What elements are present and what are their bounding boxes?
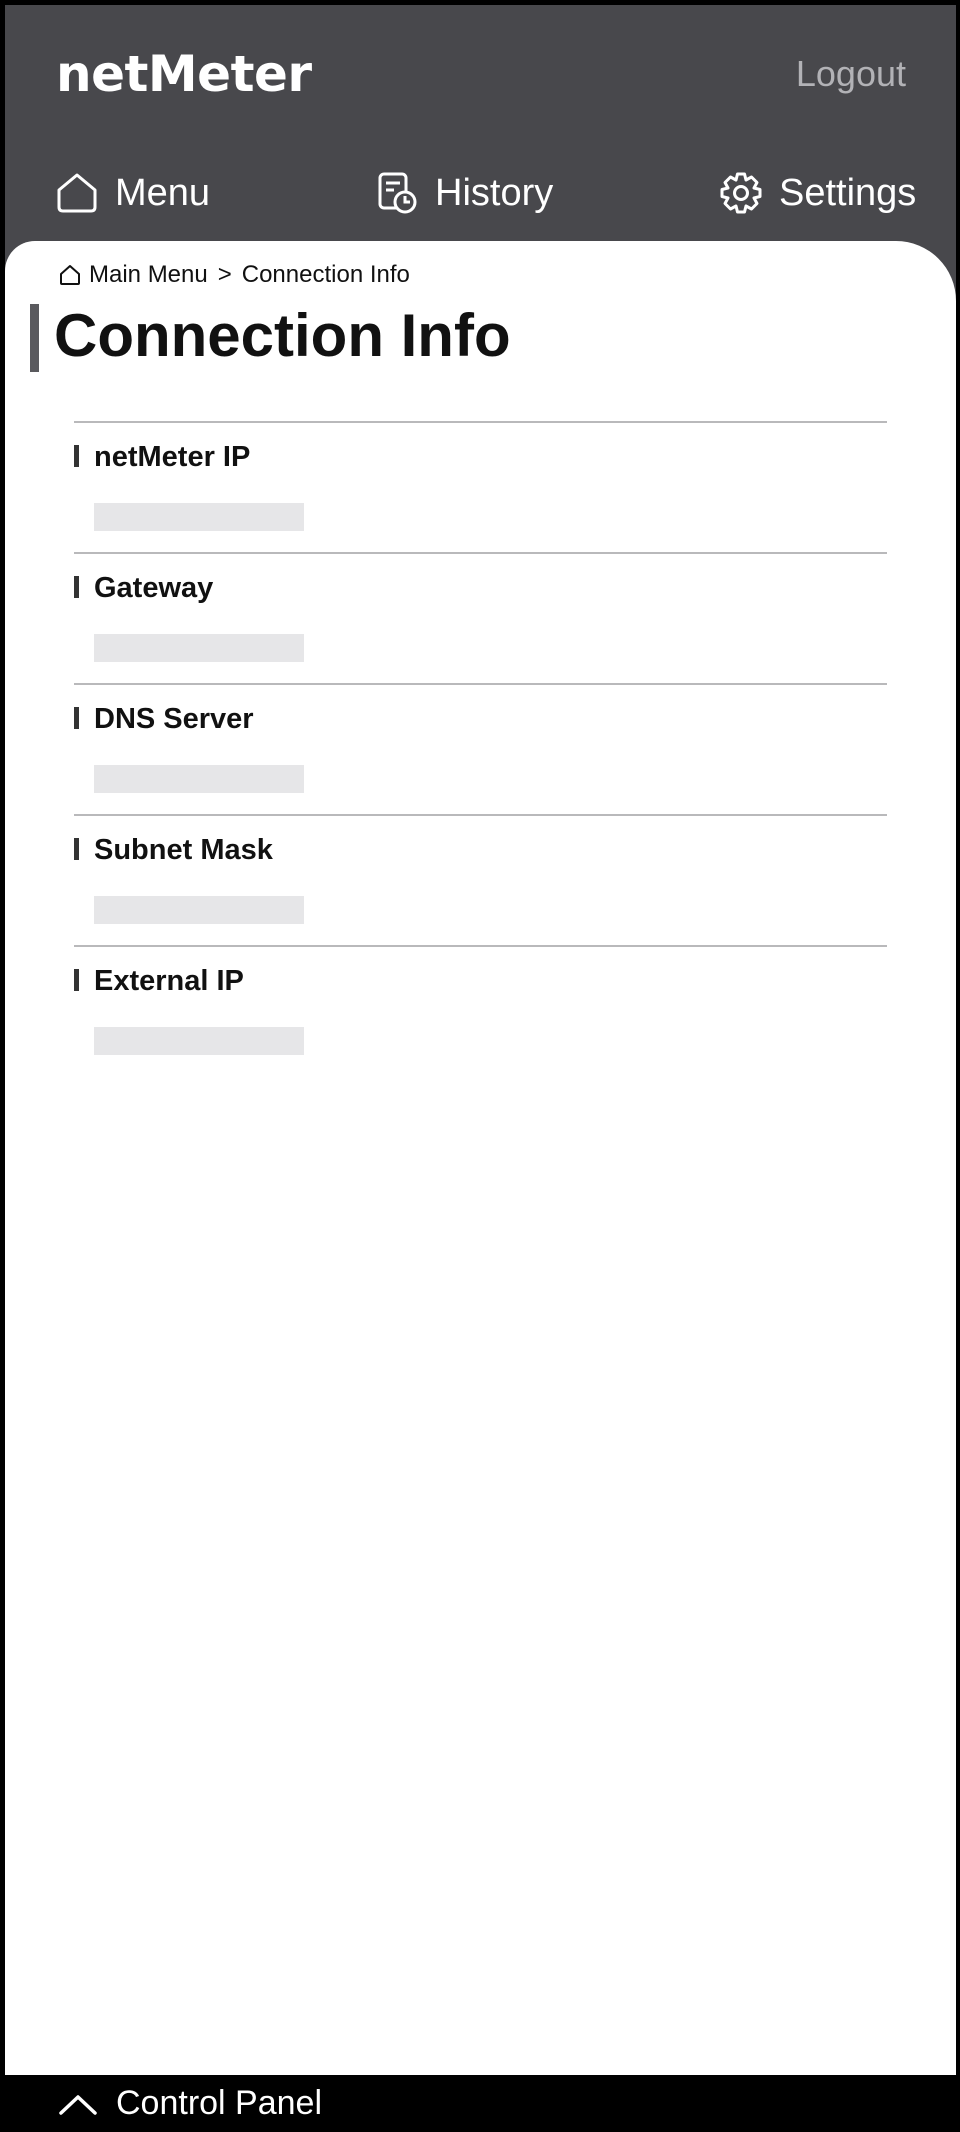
brand-logo: netMeter (56, 45, 312, 103)
field-label: Subnet Mask (94, 834, 273, 866)
field-subnet-mask: Subnet Mask (74, 814, 887, 945)
field-marker (74, 838, 79, 860)
title-accent-bar (30, 304, 39, 372)
field-value (94, 1027, 304, 1055)
device-frame: netMeter Logout Menu History Settings Ma… (0, 0, 960, 2132)
logout-button[interactable]: Logout (796, 53, 906, 95)
field-marker (74, 707, 79, 729)
breadcrumb: Main Menu > Connection Info (59, 261, 410, 289)
nav-history-label: History (435, 171, 554, 214)
breadcrumb-main-menu[interactable]: Main Menu (89, 261, 208, 289)
app-window: netMeter Logout Menu History Settings Ma… (5, 5, 956, 2075)
field-label: DNS Server (94, 703, 254, 735)
field-value (94, 765, 304, 793)
control-panel-label: Control Panel (116, 2084, 323, 2122)
field-value (94, 503, 304, 531)
home-icon (57, 173, 97, 213)
field-marker (74, 445, 79, 467)
field-dns-server: DNS Server (74, 683, 887, 814)
connection-info-list: netMeter IP Gateway DNS Server Subnet Ma… (74, 421, 887, 1076)
field-value (94, 896, 304, 924)
field-external-ip: External IP (74, 945, 887, 1076)
field-label: Gateway (94, 572, 214, 604)
control-panel-bar[interactable]: Control Panel (0, 2075, 960, 2132)
field-gateway: Gateway (74, 552, 887, 683)
field-netmeter-ip: netMeter IP (74, 421, 887, 552)
field-value (94, 634, 304, 662)
breadcrumb-current: Connection Info (241, 261, 410, 288)
content-panel: Main Menu > Connection Info Connection I… (5, 241, 956, 2075)
history-icon (378, 172, 417, 214)
chevron-up-icon (59, 2094, 97, 2115)
home-icon (60, 265, 80, 285)
nav-history[interactable]: History (377, 165, 553, 221)
nav-settings-label: Settings (779, 171, 917, 214)
nav-menu[interactable]: Menu (55, 165, 210, 221)
field-marker (74, 969, 79, 991)
field-marker (74, 576, 79, 598)
nav-menu-label: Menu (115, 171, 211, 214)
nav-settings[interactable]: Settings (719, 165, 916, 221)
breadcrumb-separator: > (217, 261, 232, 288)
gear-icon (720, 172, 762, 214)
field-label: External IP (94, 965, 244, 997)
page-title: Connection Info (54, 302, 511, 369)
field-label: netMeter IP (94, 441, 251, 473)
